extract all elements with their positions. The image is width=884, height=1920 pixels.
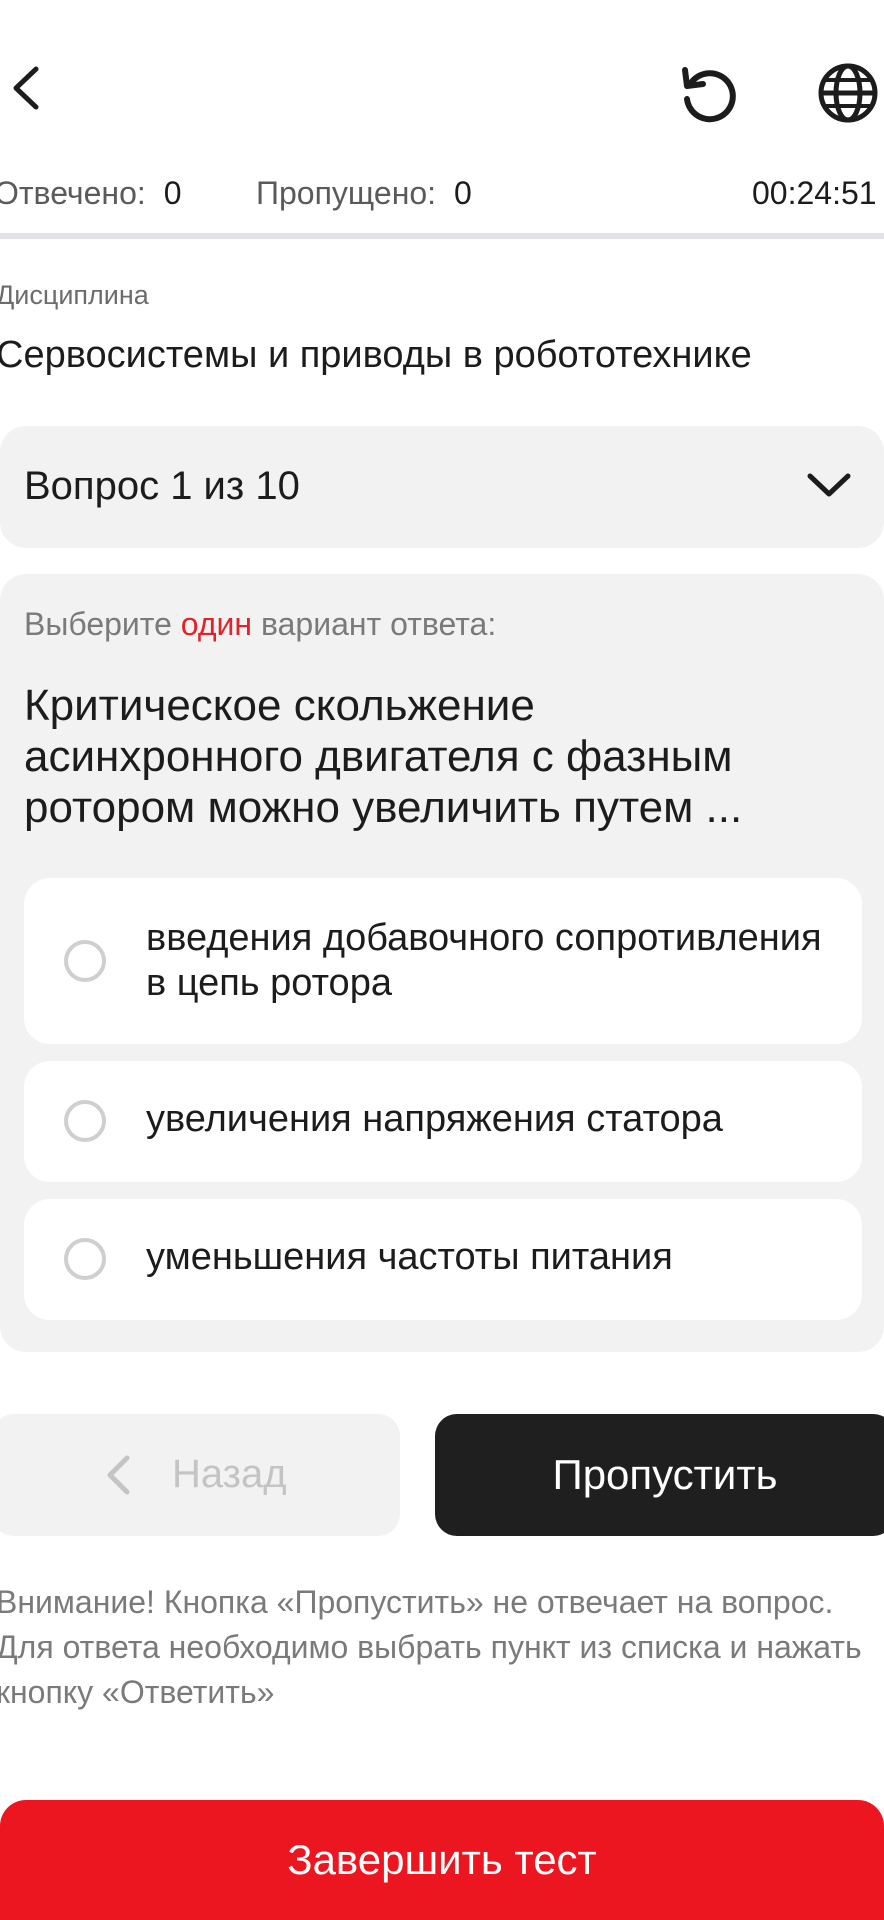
answer-option-label: введения добавочного сопротивления в цеп… bbox=[146, 917, 822, 1004]
answered-counter: Отвечено: 0 bbox=[0, 175, 182, 212]
skipped-label: Пропущено: bbox=[256, 175, 437, 211]
globe-icon bbox=[818, 63, 878, 123]
answered-label: Отвечено: bbox=[0, 175, 146, 211]
answered-value: 0 bbox=[163, 175, 182, 211]
back-nav-label: Назад bbox=[172, 1452, 287, 1496]
question-text: Критическое скольжение асинхронного двиг… bbox=[24, 681, 743, 832]
instruction-accent: один bbox=[180, 606, 253, 642]
answer-option[interactable]: введения добавочного сопротивления в цеп… bbox=[24, 878, 862, 1044]
reload-icon bbox=[682, 67, 736, 123]
skipped-value: 0 bbox=[454, 175, 472, 211]
chevron-down-icon bbox=[807, 473, 851, 497]
radio-icon[interactable] bbox=[64, 1238, 106, 1280]
skipped-counter: Пропущено: 0 bbox=[256, 175, 472, 212]
skip-notice: Внимание! Кнопка «Пропустить» не отвечае… bbox=[0, 1584, 862, 1710]
stats-bar: Отвечено: 0 Пропущено: 0 00:24:51 bbox=[0, 175, 884, 215]
radio-icon[interactable] bbox=[64, 1100, 106, 1142]
discipline-title: Сервосистемы и приводы в робототехнике bbox=[0, 334, 752, 376]
chevron-left-icon bbox=[107, 1455, 130, 1495]
reload-button[interactable] bbox=[668, 58, 750, 128]
radio-icon[interactable] bbox=[64, 940, 106, 982]
answer-option-label: уменьшения частоты питания bbox=[146, 1236, 673, 1278]
question-instruction: Выберите один вариант ответа: bbox=[24, 606, 496, 643]
skip-button[interactable]: Пропустить bbox=[435, 1414, 884, 1536]
question-selector[interactable]: Вопрос 1 из 10 bbox=[0, 426, 884, 548]
timer: 00:24:51 bbox=[752, 175, 877, 211]
language-button[interactable] bbox=[812, 58, 884, 128]
finish-test-button[interactable]: Завершить тест bbox=[0, 1800, 884, 1920]
back-button[interactable] bbox=[0, 58, 50, 118]
instruction-text-before: Выберите bbox=[24, 606, 181, 642]
instruction-text-after: вариант ответа: bbox=[252, 606, 497, 642]
chevron-left-icon bbox=[13, 66, 39, 110]
discipline-caption: Дисциплина bbox=[0, 280, 149, 310]
back-nav-button[interactable]: Назад bbox=[0, 1414, 400, 1536]
answer-option[interactable]: уменьшения частоты питания bbox=[24, 1199, 862, 1320]
divider bbox=[0, 233, 884, 239]
answer-option[interactable]: увеличения напряжения статора bbox=[24, 1061, 862, 1182]
answer-option-label: увеличения напряжения статора bbox=[146, 1098, 723, 1140]
question-selector-label: Вопрос 1 из 10 bbox=[24, 464, 300, 508]
